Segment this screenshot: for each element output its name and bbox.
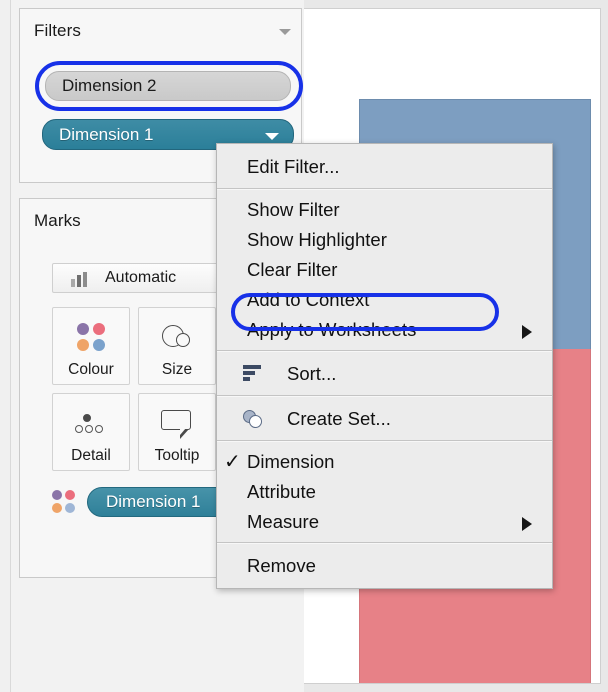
menu-item-attribute[interactable]: Attribute [217,477,552,507]
menu-separator [217,350,552,352]
menu-separator [217,542,552,544]
menu-item-attribute-label: Attribute [247,481,316,502]
menu-separator [217,440,552,442]
marks-button-colour[interactable]: Colour [52,307,130,385]
marks-button-colour-label: Colour [68,361,114,378]
menu-separator [217,395,552,397]
bar-chart-icon [71,272,93,287]
filter-pill-dimension-2-label: Dimension 2 [62,76,157,95]
menu-item-add-to-context-label: Add to Context [247,289,370,310]
marks-button-detail-label: Detail [71,447,111,464]
menu-item-add-to-context[interactable]: Add to Context [217,285,552,315]
menu-item-clear-filter[interactable]: Clear Filter [217,255,552,285]
filter-pill-dimension-1-label: Dimension 1 [59,125,154,144]
marks-button-size[interactable]: Size [138,307,216,385]
marks-button-detail[interactable]: Detail [52,393,130,471]
marks-pill-dimension-1-label: Dimension 1 [106,492,201,511]
menu-item-edit-filter-label: Edit Filter... [247,156,340,177]
marks-button-tooltip-label: Tooltip [154,447,200,464]
filter-context-menu[interactable]: Edit Filter... Show Filter Show Highligh… [216,143,553,589]
four-colour-dots-icon [52,490,78,516]
menu-item-apply-to-worksheets[interactable]: Apply to Worksheets [217,315,552,345]
speech-bubble-icon [161,410,193,440]
menu-item-remove[interactable]: Remove [217,549,552,582]
menu-item-edit-filter[interactable]: Edit Filter... [217,150,552,183]
create-set-icon [243,410,263,428]
menu-item-dimension[interactable]: ✓ Dimension [217,447,552,477]
four-small-circles-icon [74,414,108,436]
submenu-arrow-icon [522,517,532,531]
menu-item-show-filter[interactable]: Show Filter [217,195,552,225]
menu-item-apply-to-worksheets-label: Apply to Worksheets [247,319,417,340]
menu-item-sort-label: Sort... [287,363,337,384]
menu-item-create-set-label: Create Set... [287,408,391,429]
marks-button-size-label: Size [161,361,193,378]
filter-pill-dimension-2[interactable]: Dimension 2 [45,71,291,101]
menu-item-measure-label: Measure [247,511,319,532]
menu-item-show-highlighter-label: Show Highlighter [247,229,387,250]
checkmark-icon: ✓ [224,451,241,473]
menu-item-dimension-label: Dimension [247,451,335,472]
menu-item-remove-label: Remove [247,555,316,576]
filters-card-title: Filters [34,21,81,40]
sort-icon [243,365,263,383]
menu-item-show-filter-label: Show Filter [247,199,340,220]
menu-item-sort[interactable]: Sort... [217,357,552,390]
marks-card-title: Marks [34,211,81,230]
marks-button-tooltip[interactable]: Tooltip [138,393,216,471]
mark-type-label: Automatic [105,269,177,286]
two-circles-icon [160,323,194,353]
submenu-arrow-icon [522,325,532,339]
menu-item-create-set[interactable]: Create Set... [217,402,552,435]
four-colour-dots-icon [76,322,106,352]
chevron-down-icon[interactable] [279,29,291,35]
menu-item-show-highlighter[interactable]: Show Highlighter [217,225,552,255]
chevron-down-icon[interactable] [265,133,279,140]
menu-item-measure[interactable]: Measure [217,507,552,537]
menu-separator [217,188,552,190]
menu-item-clear-filter-label: Clear Filter [247,259,338,280]
mark-type-selector[interactable]: Automatic [52,263,232,293]
